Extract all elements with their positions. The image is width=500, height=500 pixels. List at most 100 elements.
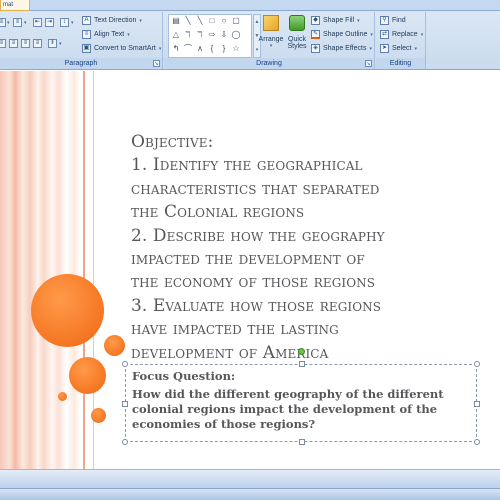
focus-question-textbox[interactable]: Focus Question: How did the different ge…	[122, 361, 480, 445]
drawing-group: ▤ ╲ ╲ □ ○ ▢ △ ℸ ℸ ⇨ ⇩ ◯ ↰ ⌒ ∧ { } ☆ ▲ ▼ ▾ …	[164, 12, 375, 69]
status-bar	[0, 488, 500, 500]
align-center-icon[interactable]: ≡	[9, 39, 18, 48]
rounded-rect-shape-icon[interactable]: ▢	[231, 16, 241, 26]
line-shape-icon[interactable]: ╲	[195, 16, 205, 26]
cursor-icon: ➤	[380, 44, 389, 53]
decorative-circle-small	[91, 408, 106, 423]
bullets-dropdown-icon[interactable]: ▾	[7, 20, 10, 26]
focus-question-body: How did the different geography of the d…	[132, 387, 444, 431]
decorative-circle-tiny	[58, 392, 67, 401]
slide-canvas[interactable]: Objective: 1. Identify the geographical …	[0, 71, 500, 488]
drawing-dialog-launcher-icon[interactable]: ↘	[365, 60, 372, 67]
resize-handle-top-right[interactable]	[474, 361, 480, 367]
align-text-label: Align Text	[94, 31, 125, 38]
resize-handle-top-left[interactable]	[122, 361, 128, 367]
objective-heading: Objective:	[131, 132, 214, 152]
justify-icon[interactable]: ≡	[33, 39, 42, 48]
bullets-icon[interactable]: ≡	[0, 18, 6, 27]
chevron-down-icon: ▾	[127, 31, 130, 38]
line-spacing-dropdown-icon[interactable]: ▾	[71, 20, 74, 26]
oval-shape-icon[interactable]: ○	[219, 16, 229, 26]
paint-bucket-icon: ◆	[311, 16, 320, 25]
objective-text[interactable]: Objective: 1. Identify the geographical …	[131, 131, 491, 365]
brace-icon[interactable]: {	[207, 44, 217, 54]
resize-handle-bottom-left[interactable]	[122, 439, 128, 445]
line-spacing-icon[interactable]: ↕	[60, 18, 69, 27]
chevron-down-icon: ▾	[139, 17, 142, 24]
tab-format[interactable]: mat	[0, 0, 30, 11]
decorative-circle-small	[104, 335, 125, 356]
align-left-icon[interactable]: ≡	[0, 39, 6, 48]
resize-handle-right[interactable]	[474, 401, 480, 407]
numbering-dropdown-icon[interactable]: ▾	[24, 20, 27, 26]
arrange-button[interactable]: Arrange ▾	[256, 15, 286, 49]
convert-smartart-button[interactable]: ▣ Convert to SmartArt ▾	[82, 44, 161, 53]
shape-outline-button[interactable]: ✎ Shape Outline ▾	[311, 30, 373, 39]
decrease-indent-icon[interactable]: ⇤	[33, 18, 42, 27]
objective-line: development of America	[131, 342, 329, 363]
chevron-down-icon: ▾	[158, 45, 162, 52]
tab-strip: mat	[0, 0, 500, 11]
curve-icon[interactable]: ⌒	[183, 44, 193, 54]
replace-label: Replace	[392, 31, 418, 38]
textbox-shape-icon[interactable]: ▤	[171, 16, 181, 26]
shapes-gallery[interactable]: ▤ ╲ ╲ □ ○ ▢ △ ℸ ℸ ⇨ ⇩ ◯ ↰ ⌒ ∧ { } ☆	[168, 14, 252, 58]
decorative-stripe-line	[83, 71, 85, 471]
select-button[interactable]: ➤ Select ▾	[380, 44, 417, 53]
shape-effects-button[interactable]: ◈ Shape Effects ▾	[311, 44, 372, 53]
resize-handle-bottom-right[interactable]	[474, 439, 480, 445]
paragraph-dialog-launcher-icon[interactable]: ↘	[153, 60, 160, 67]
editing-group: ⚲ Find ⇄ Replace ▾ ➤ Select ▾ Editing	[376, 12, 426, 69]
decorative-circle-medium	[69, 357, 106, 394]
objective-line: the economy of those regions	[131, 272, 376, 293]
freeform-icon[interactable]: ∧	[195, 44, 205, 54]
ribbon: mat ≡ ▾ ≡ ▾ ⇤ ⇥ ↕ ▾ ≡ ≡ ≡ ≡ ‖ ▾ A Text D…	[0, 0, 500, 70]
columns-dropdown-icon[interactable]: ▾	[59, 41, 62, 47]
shape-fill-button[interactable]: ◆ Shape Fill ▾	[311, 16, 360, 25]
arrange-icon	[263, 15, 279, 31]
elbow-connector-icon[interactable]: ℸ	[195, 30, 205, 40]
binoculars-icon: ⚲	[380, 16, 389, 25]
decorative-stripes	[0, 71, 95, 471]
arrow-shape-icon[interactable]: ⇨	[207, 30, 217, 40]
triangle-shape-icon[interactable]: △	[171, 30, 181, 40]
numbering-icon[interactable]: ≡	[13, 18, 22, 27]
paragraph-group: ≡ ▾ ≡ ▾ ⇤ ⇥ ↕ ▾ ≡ ≡ ≡ ≡ ‖ ▾ A Text Direc…	[0, 12, 163, 69]
replace-button[interactable]: ⇄ Replace ▾	[380, 30, 423, 39]
rotation-handle[interactable]	[298, 348, 305, 355]
convert-smartart-label: Convert to SmartArt	[94, 45, 156, 52]
quick-styles-button[interactable]: Quick Styles	[284, 15, 310, 50]
increase-indent-icon[interactable]: ⇥	[45, 18, 54, 27]
drawing-group-label: Drawing	[164, 58, 374, 69]
text-direction-icon: A	[82, 16, 91, 25]
select-label: Select	[392, 45, 412, 52]
chevron-down-icon: ▾	[370, 31, 373, 38]
align-text-button[interactable]: ≡ Align Text ▾	[82, 30, 130, 39]
objective-line: 2. Describe how the geography	[131, 225, 385, 246]
chevron-down-icon: ▾	[369, 45, 372, 52]
focus-question-title: Focus Question:	[132, 369, 236, 383]
resize-handle-left[interactable]	[122, 401, 128, 407]
text-direction-button[interactable]: A Text Direction ▾	[82, 16, 142, 25]
star-shape-icon[interactable]: ☆	[231, 44, 241, 54]
find-label: Find	[392, 17, 406, 24]
decorative-circle-large	[31, 274, 104, 347]
rectangle-shape-icon[interactable]: □	[207, 16, 217, 26]
align-right-icon[interactable]: ≡	[21, 39, 30, 48]
quick-styles-icon	[289, 15, 305, 31]
resize-handle-bottom[interactable]	[299, 439, 305, 445]
objective-line: 1. Identify the geographical	[131, 155, 363, 176]
find-button[interactable]: ⚲ Find	[380, 16, 406, 25]
align-text-icon: ≡	[82, 30, 91, 39]
columns-icon[interactable]: ‖	[48, 39, 57, 48]
connector-icon[interactable]: ↰	[171, 44, 181, 54]
objective-line: impacted the development of	[131, 249, 365, 270]
brace-icon[interactable]: }	[219, 44, 229, 54]
resize-handle-top[interactable]	[299, 361, 305, 367]
arrow-shape-icon[interactable]: ⇩	[219, 30, 229, 40]
shape-effects-label: Shape Effects	[323, 45, 367, 52]
paragraph-group-label: Paragraph	[0, 58, 162, 69]
circle-shape-icon[interactable]: ◯	[231, 30, 241, 40]
elbow-connector-icon[interactable]: ℸ	[183, 30, 193, 40]
line-shape-icon[interactable]: ╲	[183, 16, 193, 26]
